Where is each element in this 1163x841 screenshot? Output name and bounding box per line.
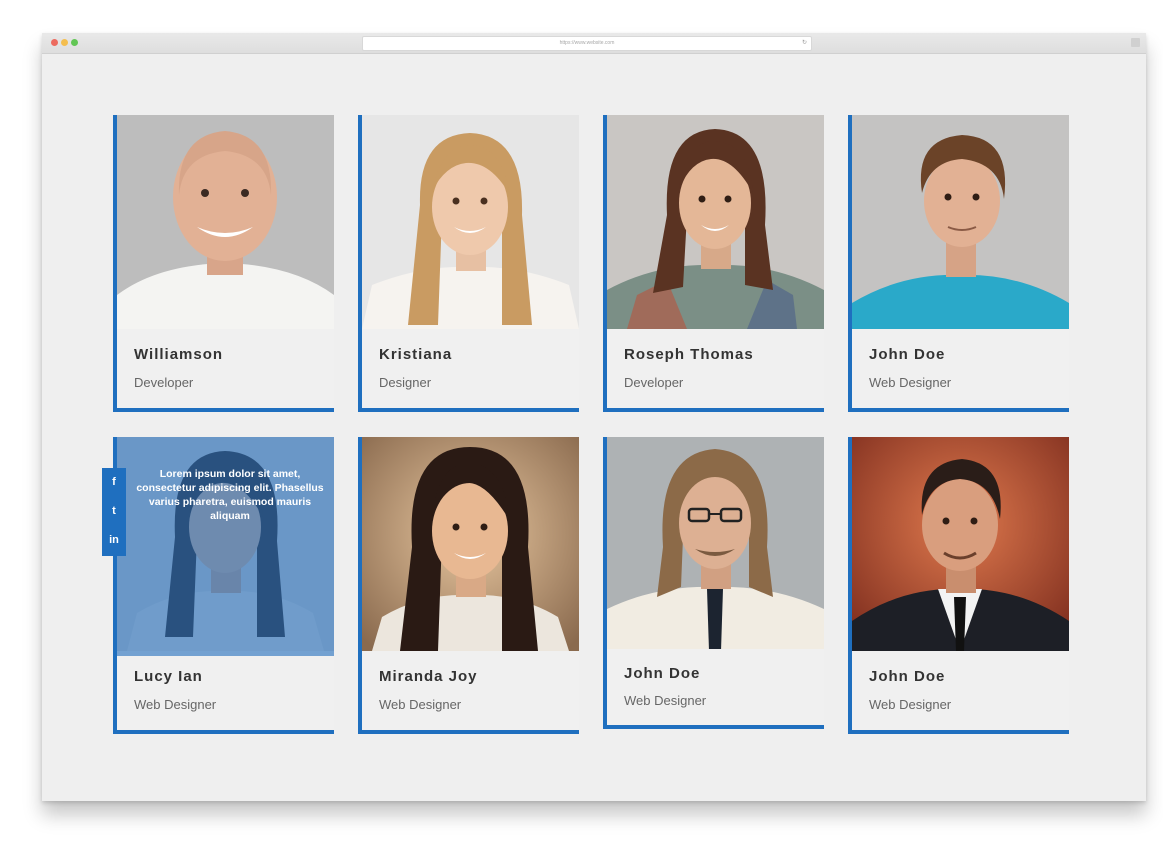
member-name: Kristiana [379, 346, 453, 363]
member-name: Lucy Ian [134, 668, 203, 685]
member-name: Williamson [134, 346, 224, 363]
team-photo [852, 437, 1069, 651]
team-photo [362, 115, 579, 329]
member-name: John Doe [624, 665, 701, 682]
member-role: Designer [379, 375, 432, 390]
member-role: Developer [624, 375, 684, 390]
member-name: Miranda Joy [379, 668, 478, 685]
avatar-photo-brunette-woman [607, 115, 824, 329]
address-bar[interactable]: https://www.website.com ↻ [362, 36, 812, 51]
team-card-john-doe-3[interactable]: John Doe Web Designer [848, 437, 1069, 734]
member-role: Developer [134, 375, 194, 390]
close-window-dot[interactable] [51, 39, 58, 46]
social-links-panel: f t in [102, 468, 126, 556]
avatar-photo-bald-man [117, 115, 334, 329]
twitter-icon[interactable]: t [102, 497, 126, 526]
member-name: John Doe [869, 668, 946, 685]
avatar-photo-man-suit [852, 437, 1069, 651]
reload-icon[interactable]: ↻ [802, 37, 807, 50]
team-photo [607, 115, 824, 329]
linkedin-icon[interactable]: in [102, 526, 126, 555]
team-card-kristiana[interactable]: Kristiana Designer [358, 115, 579, 412]
avatar-photo-man-glasses [607, 437, 824, 649]
member-role: Web Designer [379, 697, 462, 712]
team-photo [362, 437, 579, 651]
member-role: Web Designer [134, 697, 217, 712]
overlay-bio-text: Lorem ipsum dolor sit amet, consectetur … [136, 468, 324, 522]
team-photo [117, 115, 334, 329]
team-card-roseph-thomas[interactable]: Roseph Thomas Developer [603, 115, 824, 412]
team-card-lucy-ian[interactable]: Lorem ipsum dolor sit amet, consectetur … [113, 437, 334, 734]
maximize-window-dot[interactable] [71, 39, 78, 46]
avatar-photo-man-teal-shirt [852, 115, 1069, 329]
team-photo [852, 115, 1069, 329]
team-card-john-doe-2[interactable]: John Doe Web Designer [603, 437, 824, 729]
team-card-john-doe-1[interactable]: John Doe Web Designer [848, 115, 1069, 412]
member-role: Web Designer [624, 693, 707, 708]
team-card-miranda-joy[interactable]: Miranda Joy Web Designer [358, 437, 579, 734]
browser-menu-icon[interactable] [1131, 38, 1140, 47]
avatar-photo-blonde-woman [362, 115, 579, 329]
facebook-icon[interactable]: f [102, 468, 126, 497]
member-role: Web Designer [869, 697, 952, 712]
browser-toolbar: https://www.website.com ↻ [42, 33, 1146, 54]
minimize-window-dot[interactable] [61, 39, 68, 46]
avatar-photo-dark-hair-woman [362, 437, 579, 651]
hover-overlay: Lorem ipsum dolor sit amet, consectetur … [117, 437, 334, 656]
member-name: John Doe [869, 346, 946, 363]
member-role: Web Designer [869, 375, 952, 390]
member-name: Roseph Thomas [624, 346, 754, 363]
address-bar-url: https://www.website.com [559, 40, 615, 46]
team-photo [607, 437, 824, 649]
team-card-williamson[interactable]: Williamson Developer [113, 115, 334, 412]
